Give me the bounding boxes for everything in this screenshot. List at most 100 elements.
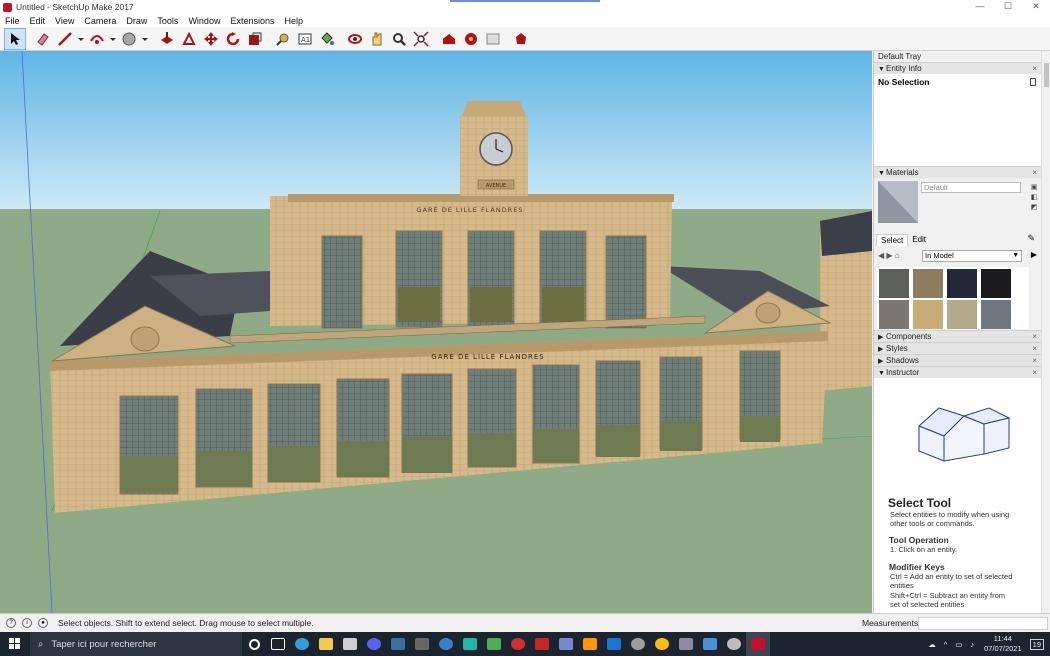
shadows-header[interactable]: ▶ Shadows ×: [874, 354, 1041, 366]
lock-icon[interactable]: [1030, 78, 1036, 86]
scrollbar-thumb[interactable]: [1044, 63, 1049, 87]
credits-icon[interactable]: i: [22, 618, 32, 628]
steam-icon[interactable]: [386, 632, 410, 656]
cloud-icon[interactable]: ☁: [928, 640, 936, 649]
geo-location-icon[interactable]: ?: [6, 618, 16, 628]
material-swatch[interactable]: [879, 300, 909, 329]
file-explorer-icon[interactable]: [314, 632, 338, 656]
app-icon[interactable]: [506, 632, 530, 656]
menu-draw[interactable]: Draw: [121, 16, 152, 26]
app-icon[interactable]: [578, 632, 602, 656]
pan-tool-icon[interactable]: [366, 28, 388, 50]
panel-close-icon[interactable]: ×: [1032, 331, 1037, 342]
components-header[interactable]: ▶ Components ×: [874, 330, 1041, 342]
arc-dropdown-icon[interactable]: [108, 28, 118, 50]
layout-tool-icon[interactable]: [482, 28, 504, 50]
menu-extensions[interactable]: Extensions: [225, 16, 279, 26]
shape-dropdown-icon[interactable]: [140, 28, 150, 50]
scale-tool-icon[interactable]: [244, 28, 266, 50]
volume-icon[interactable]: ♪: [970, 640, 974, 649]
panel-close-icon[interactable]: ×: [1032, 343, 1037, 354]
panel-close-icon[interactable]: ×: [1032, 367, 1037, 378]
back-arrow-icon[interactable]: ◀: [878, 251, 884, 260]
material-swatch[interactable]: [981, 300, 1011, 329]
collection-select[interactable]: In Model ▼: [922, 250, 1022, 262]
app-icon[interactable]: [410, 632, 434, 656]
materials-header[interactable]: ▼Materials ×: [874, 166, 1041, 178]
text-tool-icon[interactable]: A1: [294, 28, 316, 50]
material-swatch[interactable]: [913, 300, 943, 329]
push-pull-tool-icon[interactable]: [156, 28, 178, 50]
windows-start-icon[interactable]: [0, 632, 30, 656]
menu-file[interactable]: File: [0, 16, 25, 26]
default-material-icon[interactable]: ◩: [1030, 204, 1038, 212]
close-button[interactable]: ✕: [1022, 0, 1050, 14]
arc-tool-icon[interactable]: [86, 28, 108, 50]
home-icon[interactable]: ⌂: [895, 251, 900, 260]
offset-tool-icon[interactable]: [178, 28, 200, 50]
edge-icon[interactable]: [290, 632, 314, 656]
menu-help[interactable]: Help: [279, 16, 308, 26]
app-icon[interactable]: [530, 632, 554, 656]
clock[interactable]: 11:44 07/07/2021: [984, 634, 1022, 654]
tab-select[interactable]: Select: [876, 234, 909, 246]
app-icon[interactable]: [458, 632, 482, 656]
network-icon[interactable]: ▭: [955, 640, 962, 649]
eyedropper-icon[interactable]: ✎: [1027, 233, 1035, 244]
display-secondary-icon[interactable]: ▣: [1030, 184, 1038, 192]
tray-up-icon[interactable]: ^: [944, 640, 948, 649]
tab-edit[interactable]: Edit: [908, 234, 930, 246]
app-icon[interactable]: [434, 632, 458, 656]
create-material-icon[interactable]: ◧: [1030, 194, 1038, 202]
warehouse-tool-icon[interactable]: [438, 28, 460, 50]
task-view-icon[interactable]: [266, 632, 290, 656]
shape-tool-icon[interactable]: [118, 28, 140, 50]
minimize-button[interactable]: —: [966, 0, 994, 14]
material-swatch[interactable]: [981, 269, 1011, 298]
tape-measure-tool-icon[interactable]: [272, 28, 294, 50]
panel-close-icon[interactable]: ×: [1032, 167, 1037, 178]
app-icon[interactable]: [482, 632, 506, 656]
extension-manager-tool-icon[interactable]: [510, 28, 532, 50]
paint-bucket-tool-icon[interactable]: [316, 28, 338, 50]
app-icon[interactable]: [698, 632, 722, 656]
measurements-input[interactable]: [918, 617, 1048, 630]
eraser-tool-icon[interactable]: [32, 28, 54, 50]
chrome-icon[interactable]: [650, 632, 674, 656]
app-icon[interactable]: [722, 632, 746, 656]
material-name-field[interactable]: Default: [921, 182, 1021, 193]
zoom-extents-tool-icon[interactable]: [410, 28, 432, 50]
taskbar-search[interactable]: ⌕ Taper ici pour rechercher: [30, 632, 242, 656]
menu-tools[interactable]: Tools: [152, 16, 183, 26]
material-swatch[interactable]: [947, 269, 977, 298]
app-icon[interactable]: [554, 632, 578, 656]
menu-edit[interactable]: Edit: [25, 16, 51, 26]
menu-view[interactable]: View: [50, 16, 79, 26]
details-arrow-icon[interactable]: ▶: [1031, 250, 1037, 259]
entity-info-header[interactable]: ▼Entity Info ×: [874, 62, 1041, 74]
user-icon[interactable]: ●: [38, 618, 48, 628]
store-icon[interactable]: [338, 632, 362, 656]
orbit-tool-icon[interactable]: [344, 28, 366, 50]
material-swatch[interactable]: [879, 269, 909, 298]
3d-viewport[interactable]: AVENUE GARE DE LILLE FLANDRES GARE DE LI…: [0, 51, 872, 613]
instructor-header[interactable]: ▼Instructor ×: [874, 366, 1041, 378]
material-swatch[interactable]: [947, 300, 977, 329]
app-icon[interactable]: [602, 632, 626, 656]
sketchup-taskbar-icon[interactable]: [746, 632, 770, 656]
zoom-tool-icon[interactable]: [388, 28, 410, 50]
rotate-tool-icon[interactable]: [222, 28, 244, 50]
styles-header[interactable]: ▶ Styles ×: [874, 342, 1041, 354]
forward-arrow-icon[interactable]: ▶: [886, 251, 892, 260]
extension-warehouse-tool-icon[interactable]: [460, 28, 482, 50]
select-tool-icon[interactable]: [4, 27, 26, 50]
cortana-icon[interactable]: [242, 632, 266, 656]
discord-icon[interactable]: [362, 632, 386, 656]
line-dropdown-icon[interactable]: [76, 28, 86, 50]
move-tool-icon[interactable]: [200, 28, 222, 50]
menu-window[interactable]: Window: [183, 16, 225, 26]
app-icon[interactable]: [674, 632, 698, 656]
settings-icon[interactable]: [626, 632, 650, 656]
panel-close-icon[interactable]: ×: [1032, 63, 1037, 74]
notification-icon[interactable]: 19: [1029, 638, 1044, 650]
